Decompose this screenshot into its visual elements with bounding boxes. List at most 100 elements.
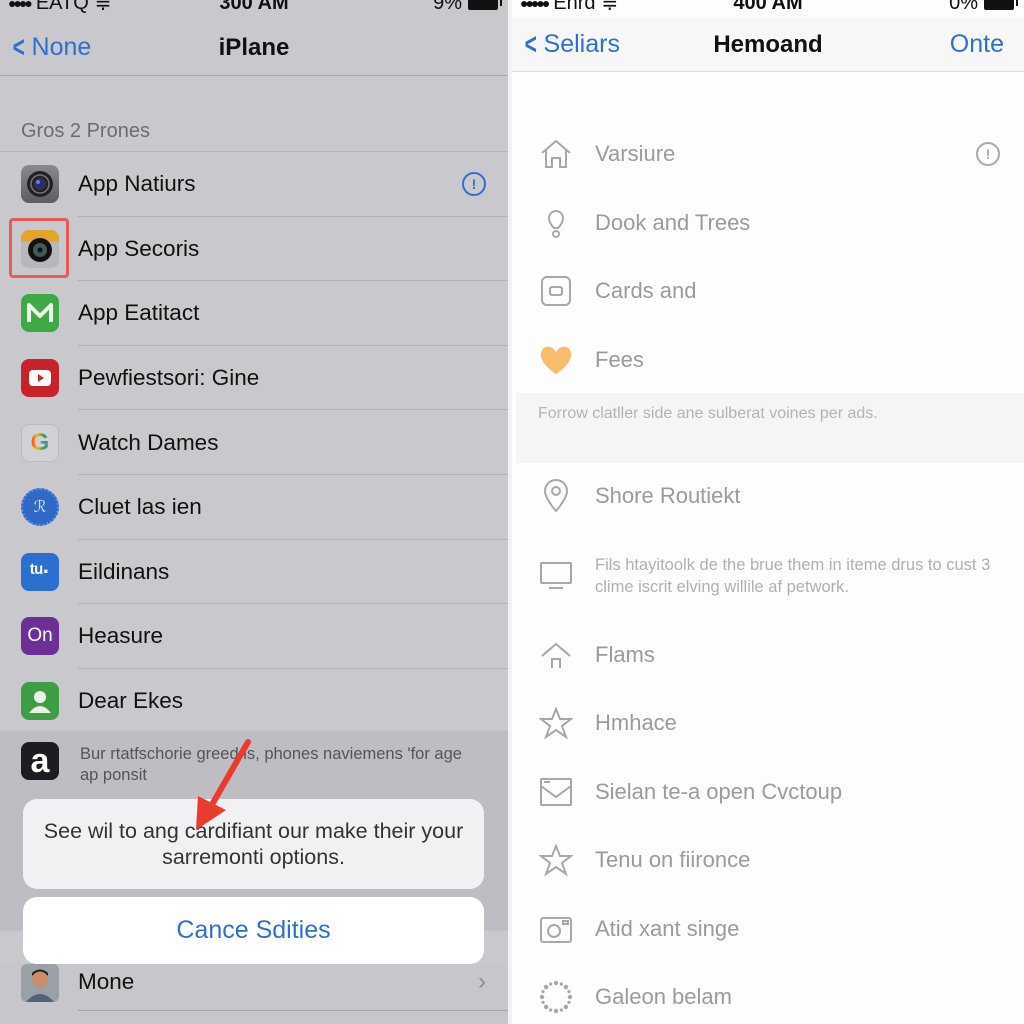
app-list: App Natiurs ! App Secoris App Eatitact P…: [0, 151, 508, 733]
item-label: Dear Ekes: [78, 688, 184, 714]
list-item[interactable]: App Secoris: [0, 217, 508, 282]
chevron-right-icon: ›: [478, 968, 486, 995]
item-label: Varsiure: [595, 141, 676, 167]
item-label: Eildinans: [78, 558, 170, 584]
leaf-badge-icon: ℛ: [21, 488, 59, 527]
upload-house-icon: [538, 637, 574, 673]
item-label: App Natiurs: [78, 171, 196, 197]
item-label: Sielan te-a open Cvctoup: [595, 778, 843, 804]
item-label: Atid xant singe: [595, 915, 740, 941]
battery-icon: [468, 0, 502, 10]
back-label: Seliars: [543, 30, 620, 58]
battery-percent: 9%: [433, 0, 462, 14]
list-item[interactable]: Varsiure !: [512, 120, 1024, 189]
nav-bar: < None iPlane: [0, 20, 508, 76]
item-label: Watch Dames: [78, 429, 219, 455]
item-label: Cluet las ien: [78, 494, 202, 520]
list-item[interactable]: Atid xant singe: [512, 895, 1024, 964]
item-label: Cards and: [595, 278, 697, 304]
tu-logo-icon: ᵗᵘ·: [21, 552, 59, 591]
mail-m-icon: [21, 294, 59, 333]
list-item[interactable]: Pewfiestsori: Gine: [0, 346, 508, 411]
item-label: Galeon belam: [595, 984, 732, 1010]
item-label: Shore Routiekt: [595, 483, 741, 509]
section-header: Gros 2 Prones: [21, 120, 150, 142]
highlight-box: [9, 218, 69, 278]
item-label: App Eatitact: [78, 300, 200, 326]
list-item[interactable]: Sielan te-a open Cvctoup: [512, 758, 1024, 827]
list-item-mone[interactable]: Mone ›: [0, 964, 508, 1024]
battery-icon: [984, 0, 1018, 10]
item-label: Flams: [595, 641, 655, 667]
item-label: Dook and Trees: [595, 209, 751, 235]
list-item[interactable]: Hmhace: [512, 689, 1024, 758]
list-item[interactable]: Shore Routiekt: [512, 462, 1024, 531]
section-footer-text: Forrow clatller side ane sulberat voines…: [538, 405, 878, 422]
info-icon[interactable]: !: [462, 172, 486, 197]
on-logo-text: On: [27, 625, 53, 647]
card-icon: [538, 273, 574, 309]
google-g-icon: G: [21, 423, 59, 462]
envelope-icon: [538, 774, 574, 810]
list-item[interactable]: Dook and Trees: [512, 189, 1024, 258]
lightbulb-icon: [538, 205, 574, 241]
item-label: App Secoris: [78, 235, 200, 261]
right-screen: ●●●●● Enrd ≑ 400 AM 0% < Seliars Hemoand…: [512, 0, 1024, 1024]
item-label: Hmhace: [595, 710, 677, 736]
cancel-button[interactable]: Cance Sdities: [23, 897, 484, 964]
amazon-a-icon: a: [21, 742, 59, 780]
item-label: Fees: [595, 346, 644, 372]
chevron-left-icon: <: [524, 27, 537, 61]
list-item[interactable]: Galeon belam: [512, 963, 1024, 1024]
battery-percent: 0%: [949, 0, 978, 14]
loading-spinner-icon: [538, 979, 574, 1015]
list-item[interactable]: Tenu on fiironce: [512, 826, 1024, 895]
item-description: Fils htayitoolk de the brue them in item…: [595, 555, 991, 596]
list-item[interactable]: G Watch Dames: [0, 410, 508, 475]
list-item[interactable]: ℛ Cluet las ien: [0, 475, 508, 540]
contact-person-icon: [21, 682, 59, 721]
heart-icon: [538, 342, 574, 378]
settings-section-2: Shore Routiekt Fils htayitoolk de the br…: [512, 462, 1024, 1024]
back-label: None: [31, 33, 92, 61]
left-screen: ●●●● EATQ ≑ 300 AM 9% < None iPlane Gros…: [0, 0, 508, 1024]
status-time: 400 AM: [733, 0, 803, 14]
status-bar: ●●●●● Enrd ≑ 400 AM 0%: [512, 0, 1024, 15]
item-label: Heasure: [78, 623, 164, 649]
star-icon: [538, 842, 574, 878]
action-sheet-message: See wil to ang cardifiant our make their…: [23, 799, 484, 889]
item-label: Tenu on fiironce: [595, 847, 751, 873]
back-button[interactable]: < Seliars: [522, 27, 620, 61]
nav-bar: < Seliars Hemoand Onte: [512, 18, 1024, 72]
list-item[interactable]: Cards and: [512, 257, 1024, 326]
list-item[interactable]: On Heasure: [0, 604, 508, 669]
camera-lens-icon: [21, 165, 59, 204]
list-item[interactable]: ᵗᵘ· Eildinans: [0, 540, 508, 605]
item-label: Pewfiestsori: Gine: [78, 365, 260, 391]
list-item[interactable]: Flams: [512, 621, 1024, 690]
camera-icon: [538, 911, 574, 947]
item-label: Mone: [78, 969, 135, 994]
star-icon: [538, 705, 574, 741]
monitor-icon: [538, 558, 574, 594]
status-time: 300 AM: [219, 0, 289, 14]
chevron-left-icon: <: [12, 30, 25, 64]
youtube-play-icon: [21, 359, 59, 398]
avatar: [21, 964, 59, 1002]
list-item[interactable]: Dear Ekes: [0, 669, 508, 734]
section-footer: Forrow clatller side ane sulberat voines…: [516, 393, 1024, 463]
list-item[interactable]: App Natiurs !: [0, 152, 508, 217]
list-item[interactable]: App Eatitact: [0, 281, 508, 346]
status-bar: ●●●● EATQ ≑ 300 AM 9%: [0, 0, 508, 15]
on-logo-icon: On: [21, 617, 59, 656]
separator: [78, 1010, 508, 1011]
info-icon[interactable]: !: [976, 142, 1000, 167]
location-pin-icon: [538, 478, 574, 514]
list-item[interactable]: Fils htayitoolk de the brue them in item…: [512, 531, 1024, 621]
settings-section-1: Varsiure ! Dook and Trees Cards and Fees: [512, 120, 1024, 394]
done-button[interactable]: Onte: [950, 30, 1004, 59]
home-icon: [538, 136, 574, 172]
footer-text: Bur rtatfschorie greed is, phones naviem…: [80, 745, 462, 784]
back-button[interactable]: < None: [10, 30, 92, 64]
list-item[interactable]: Fees: [512, 326, 1024, 395]
